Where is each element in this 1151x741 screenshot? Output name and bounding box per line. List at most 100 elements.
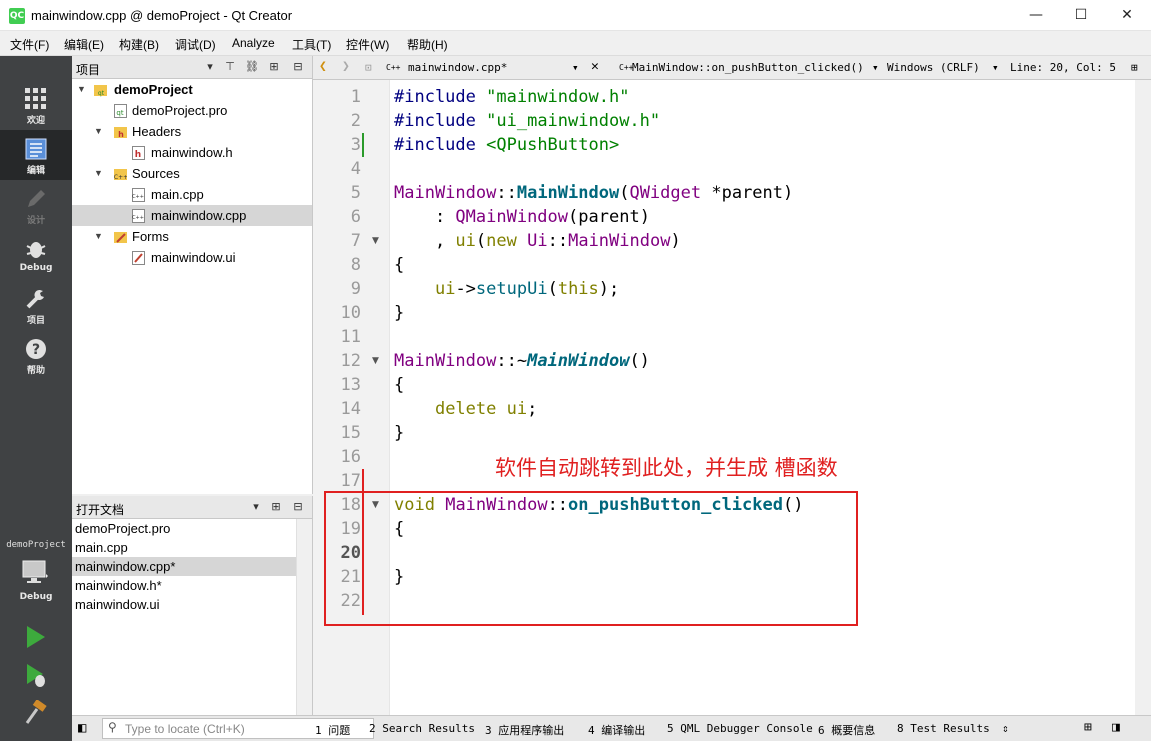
line-number: 10 — [340, 303, 361, 323]
code-line: } — [394, 423, 405, 443]
fold-arrow-icon[interactable]: ▼ — [372, 229, 379, 253]
output-pane-compile-output[interactable]: 4 编译输出 — [588, 722, 645, 738]
view-selector-dropdown[interactable]: ▾ — [204, 59, 216, 75]
code-line: #include "mainwindow.h" — [394, 87, 630, 107]
open-document-item[interactable]: mainwindow.cpp* — [72, 557, 296, 576]
split-icon[interactable]: ⊞ — [1131, 61, 1138, 74]
mode-label: 项目 — [26, 316, 45, 326]
title-bar: QC mainwindow.cpp @ demoProject - Qt Cre… — [0, 0, 1151, 31]
svg-text:C++: C++ — [132, 194, 144, 200]
tree-item-source-file[interactable]: C++ mainwindow.cpp — [72, 205, 312, 226]
close-document-icon[interactable]: ✕ — [591, 59, 599, 74]
toggle-sidebar-icon[interactable]: ◧ — [78, 720, 86, 736]
chevron-down-icon[interactable]: ▾ — [572, 61, 579, 74]
tree-item-header-file[interactable]: h mainwindow.h — [72, 142, 312, 163]
chevron-down-icon[interactable]: ▾ — [992, 61, 999, 74]
menu-debug[interactable]: 调试(D) — [175, 36, 216, 53]
expand-arrow-icon[interactable]: ▼ — [77, 79, 86, 100]
run-button[interactable] — [24, 624, 48, 650]
kit-selector[interactable]: Debug — [0, 554, 72, 604]
expand-arrow-icon[interactable]: ▼ — [94, 226, 103, 247]
chevron-down-icon[interactable]: ▾ — [872, 61, 879, 74]
open-documents-scrollbar[interactable] — [296, 519, 312, 715]
tree-item-project[interactable]: ▼ qt demoProject — [72, 79, 312, 100]
output-pane-qml-debugger[interactable]: 5 QML Debugger Console — [667, 722, 813, 735]
line-number: 1 — [350, 87, 361, 107]
code-line: : QMainWindow(parent) — [394, 207, 650, 227]
projects-panel-title: 项目 — [76, 63, 101, 77]
search-icon: ⚲ — [108, 720, 117, 734]
output-pane-search-results[interactable]: 2 Search Results — [369, 722, 475, 735]
open-document-item[interactable]: mainwindow.h* — [72, 576, 296, 595]
back-arrow-icon[interactable]: ❮ — [319, 59, 327, 74]
menu-help[interactable]: 帮助(H) — [407, 36, 448, 53]
progress-details-icon[interactable]: ⊞ — [1084, 720, 1092, 735]
close-pane-icon[interactable]: ⊟ — [290, 59, 306, 75]
pencil-icon — [28, 190, 45, 207]
output-pane-test-results[interactable]: 8 Test Results — [897, 722, 990, 735]
tree-item-headers[interactable]: ▼ h Headers — [72, 121, 312, 142]
filter-icon[interactable]: ⊤ — [222, 59, 238, 75]
editor-scrollbar[interactable] — [1135, 80, 1151, 715]
mode-debug[interactable]: Debug — [0, 230, 72, 280]
document-selector[interactable]: mainwindow.cpp* — [408, 61, 507, 74]
svg-text:C++: C++ — [132, 215, 144, 221]
pane-selector-arrows-icon[interactable]: ⇕ — [1002, 722, 1009, 735]
svg-text:C++: C++ — [114, 174, 127, 181]
ui-file-icon — [132, 251, 145, 265]
view-selector-dropdown[interactable]: ▾ — [250, 499, 262, 515]
line-number: 7 — [350, 231, 361, 251]
link-icon[interactable]: ⛓ — [244, 59, 260, 75]
mode-label: 帮助 — [26, 366, 45, 376]
mode-edit[interactable]: 编辑 — [0, 130, 72, 180]
output-pane-general-messages[interactable]: 6 概要信息 — [818, 722, 875, 738]
output-pane-bar: ◧ ⚲ 1 问题 2 Search Results 3 应用程序输出 4 编译输… — [72, 715, 1151, 741]
tree-item-pro-file[interactable]: qt demoProject.pro — [72, 100, 312, 121]
close-pane-icon[interactable]: ⊟ — [290, 499, 306, 515]
menu-controls[interactable]: 控件(W) — [346, 36, 389, 53]
tree-item-forms[interactable]: ▼ Forms — [72, 226, 312, 247]
minimize-button[interactable]: — — [1013, 0, 1059, 31]
grid-icon — [25, 88, 46, 109]
folder-icon — [114, 232, 127, 243]
cursor-position[interactable]: Line: 20, Col: 5 — [1010, 61, 1116, 74]
tree-item-form-file[interactable]: mainwindow.ui — [72, 247, 312, 268]
build-hammer-button[interactable] — [24, 700, 48, 726]
menu-tools[interactable]: 工具(T) — [292, 36, 331, 53]
maximize-button[interactable]: ☐ — [1058, 0, 1104, 31]
open-document-item[interactable]: mainwindow.ui — [72, 595, 296, 614]
split-icon[interactable]: ⊞ — [266, 59, 282, 75]
line-endings-selector[interactable]: Windows (CRLF) — [887, 61, 980, 74]
forward-arrow-icon[interactable]: ❯ — [342, 59, 350, 74]
expand-arrow-icon[interactable]: ▼ — [94, 163, 103, 184]
mode-welcome[interactable]: 欢迎 — [0, 80, 72, 130]
open-document-item[interactable]: main.cpp — [72, 538, 296, 557]
mode-design[interactable]: 设计 — [0, 180, 72, 230]
mode-projects[interactable]: 项目 — [0, 280, 72, 330]
fold-arrow-icon[interactable]: ▼ — [372, 349, 379, 373]
menu-edit[interactable]: 编辑(E) — [64, 36, 104, 53]
output-pane-app-output[interactable]: 3 应用程序输出 — [485, 722, 564, 738]
expand-arrow-icon[interactable]: ▼ — [94, 121, 103, 142]
open-document-item[interactable]: demoProject.pro — [72, 519, 296, 538]
menu-analyze[interactable]: Analyze — [232, 36, 275, 50]
code-line: , ui(new Ui::MainWindow) — [394, 231, 681, 251]
menu-file[interactable]: 文件(F) — [10, 36, 49, 53]
tree-item-source-file[interactable]: C++ main.cpp — [72, 184, 312, 205]
split-icon[interactable]: ⊞ — [268, 499, 284, 515]
open-documents-panel: 打开文档 ▾ ⊞ ⊟ demoProject.pro main.cpp main… — [72, 496, 313, 715]
symbol-selector[interactable]: MainWindow::on_pushButton_clicked() -… — [632, 61, 870, 74]
line-number: 13 — [340, 375, 361, 395]
output-pane-issues[interactable]: 1 问题 — [315, 722, 350, 738]
close-button[interactable]: ✕ — [1104, 0, 1150, 31]
tree-item-sources[interactable]: ▼ C++ Sources — [72, 163, 312, 184]
menu-build[interactable]: 构建(B) — [119, 36, 159, 53]
mode-label: Debug — [19, 263, 53, 273]
line-number: 9 — [350, 279, 361, 299]
tree-item-label: main.cpp — [151, 187, 204, 202]
code-line: } — [394, 303, 405, 323]
debug-run-button[interactable] — [24, 662, 48, 688]
mode-help[interactable]: ? 帮助 — [0, 330, 72, 380]
toggle-right-sidebar-icon[interactable]: ◨ — [1112, 720, 1120, 735]
header-file-icon: h — [132, 146, 145, 160]
